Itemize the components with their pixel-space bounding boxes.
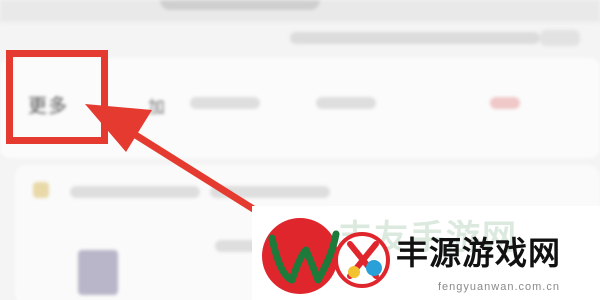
- watermark-site-name: 丰源游戏网: [396, 235, 562, 271]
- watermark-url[interactable]: fengyuanwan.com.cn: [438, 281, 560, 293]
- site-logo-icon: [262, 218, 390, 294]
- screenshot-page: 更多 加 丰友手游网 丰源游戏网 fengyuanwan.com.cn: [0, 0, 600, 300]
